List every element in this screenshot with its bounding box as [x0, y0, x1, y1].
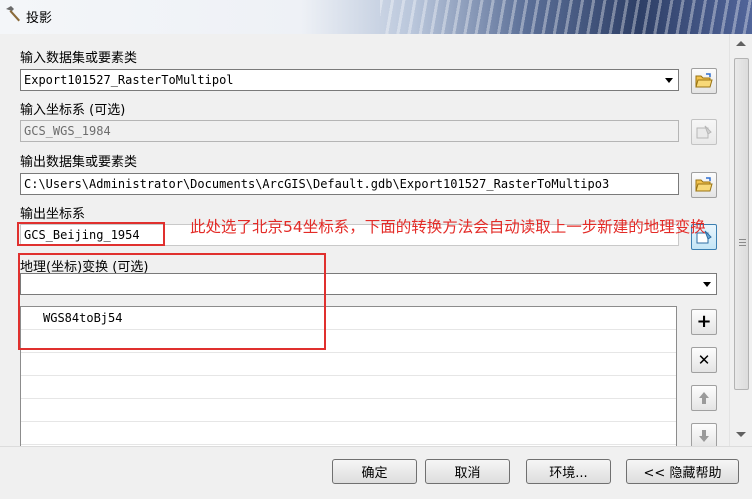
folder-open-icon	[695, 177, 713, 192]
input-dataset-dropdown[interactable]: Export101527_RasterToMultipol	[20, 69, 679, 91]
form-pane: 输入数据集或要素类 Export101527_RasterToMultipol …	[0, 34, 729, 446]
browse-input-button[interactable]	[691, 68, 717, 94]
title-bar-decoration	[380, 0, 752, 34]
list-item[interactable]	[21, 353, 676, 376]
transform-highlight	[18, 253, 326, 350]
list-item[interactable]	[21, 399, 676, 422]
output-dataset-value: C:\Users\Administrator\Documents\ArcGIS\…	[24, 177, 610, 191]
scrollbar-thumb[interactable]	[734, 58, 749, 390]
scroll-up-icon[interactable]	[736, 41, 746, 46]
hide-help-button[interactable]: << 隐藏帮助	[626, 459, 739, 484]
remove-transform-button[interactable]: ✕	[691, 347, 717, 373]
ok-button[interactable]: 确定	[332, 459, 417, 484]
hammer-icon	[6, 6, 20, 22]
browse-output-button[interactable]	[691, 172, 717, 198]
output-dataset-label: 输出数据集或要素类	[20, 155, 138, 170]
output-crs-highlight	[17, 222, 165, 246]
list-item[interactable]	[21, 422, 676, 445]
input-dataset-value: Export101527_RasterToMultipol	[24, 73, 234, 87]
plus-icon: +	[696, 311, 712, 332]
title-bar: 投影	[0, 0, 752, 34]
output-dataset-input[interactable]: C:\Users\Administrator\Documents\ArcGIS\…	[20, 173, 679, 195]
chevron-down-icon[interactable]	[698, 274, 716, 294]
annotation-text: 此处选了北京54坐标系，下面的转换方法会自动读取上一步新建的地理变换	[190, 218, 706, 236]
folder-open-icon	[695, 73, 713, 88]
scroll-down-icon[interactable]	[736, 432, 746, 437]
x-icon: ✕	[697, 350, 711, 369]
input-dataset-label: 输入数据集或要素类	[20, 51, 138, 66]
cancel-button[interactable]: 取消	[425, 459, 510, 484]
arrow-down-icon	[699, 430, 709, 442]
move-up-button[interactable]	[691, 385, 717, 411]
output-crs-label: 输出坐标系	[20, 207, 86, 222]
input-crs-properties-button	[691, 119, 717, 145]
vertical-scrollbar[interactable]	[729, 34, 752, 446]
input-crs-label: 输入坐标系 (可选)	[20, 103, 126, 118]
input-crs-field: GCS_WGS_1984	[20, 120, 679, 142]
window-title: 投影	[26, 11, 53, 26]
arrow-up-icon	[699, 392, 709, 404]
move-down-button[interactable]	[691, 423, 717, 446]
list-item[interactable]	[21, 376, 676, 399]
chevron-down-icon[interactable]	[660, 70, 678, 90]
crs-properties-icon	[696, 125, 712, 139]
dialog-footer: 确定 取消 环境... << 隐藏帮助	[0, 446, 752, 499]
add-transform-button[interactable]: +	[691, 309, 717, 335]
environments-button[interactable]: 环境...	[526, 459, 611, 484]
input-crs-value: GCS_WGS_1984	[24, 124, 111, 138]
